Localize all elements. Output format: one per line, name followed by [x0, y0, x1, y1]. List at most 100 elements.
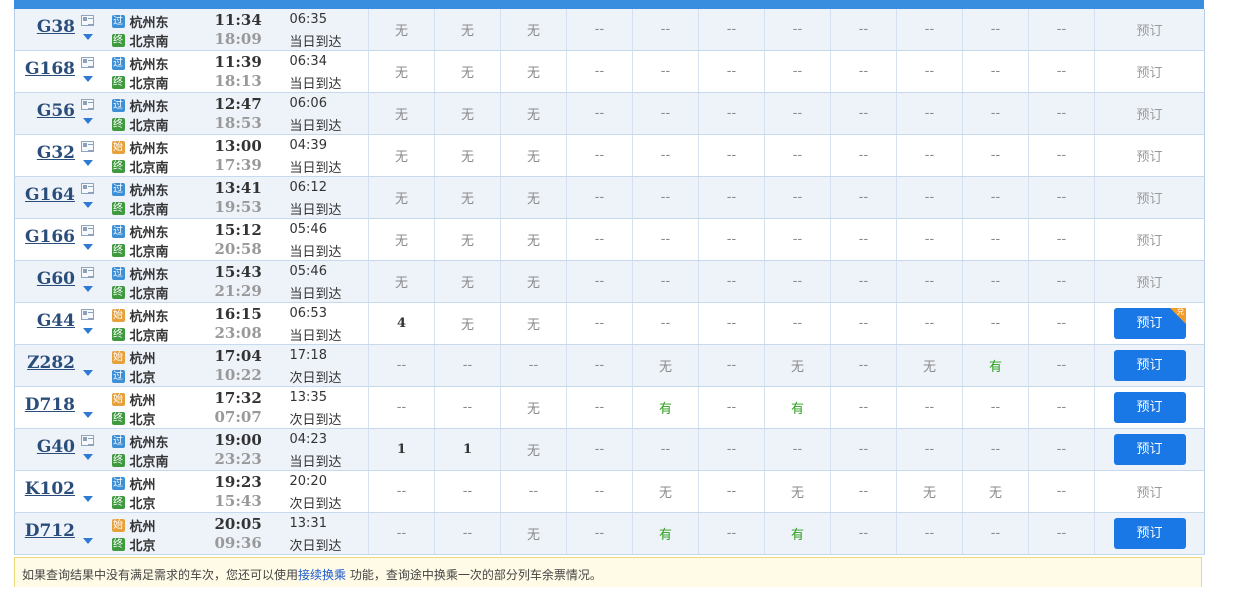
chevron-down-icon[interactable] — [83, 202, 93, 208]
seat-availability: 无 — [394, 234, 408, 249]
duration-cell: 13:35 次日到达 — [289, 386, 369, 429]
seat-cell: 1 — [434, 428, 501, 471]
end-badge-icon: 终 — [111, 76, 125, 89]
arrival-time: 20:58 — [214, 240, 262, 258]
seat-cell: -- — [566, 428, 633, 471]
arrival-day: 当日到达 — [289, 119, 342, 134]
train-number-link[interactable]: G60 — [17, 269, 75, 289]
train-number-link[interactable]: G166 — [17, 227, 75, 247]
book-button-disabled[interactable]: 预订 — [1136, 150, 1162, 165]
chevron-down-icon[interactable] — [83, 76, 93, 82]
train-number-link[interactable]: D718 — [17, 395, 75, 415]
book-button-disabled[interactable]: 预订 — [1136, 276, 1162, 291]
book-button-disabled[interactable]: 预订 — [1136, 486, 1162, 501]
book-button[interactable]: 预订 — [1113, 434, 1186, 465]
train-number-link[interactable]: G168 — [17, 59, 75, 79]
book-button-disabled[interactable]: 预订 — [1136, 66, 1162, 81]
chevron-down-icon[interactable] — [83, 496, 93, 502]
departure-time: 15:12 — [214, 221, 262, 239]
seat-cell: -- — [632, 428, 699, 471]
transfer-link[interactable]: 接续换乘 — [298, 568, 346, 582]
book-button-label: 预订 — [1136, 316, 1163, 331]
train-table-body: G38 过杭州东终北京南 11:34 18:09 06:35 当日到达无无无 -- -- -- -… — [14, 9, 1205, 555]
chevron-down-icon[interactable] — [83, 286, 93, 292]
time-cell: 11:34 18:09 — [214, 9, 290, 51]
seat-cell: 无 — [632, 344, 699, 387]
seat-availability: -- — [726, 148, 737, 163]
time-cell: 12:47 18:53 — [214, 92, 290, 135]
train-number-link[interactable]: G44 — [17, 311, 75, 331]
seat-availability: 无 — [526, 150, 540, 165]
arrival-day: 当日到达 — [289, 35, 342, 50]
seat-cell: -- — [962, 176, 1029, 219]
book-button[interactable]: 预订 兑 — [1113, 307, 1186, 339]
train-number-link[interactable]: G56 — [17, 101, 75, 121]
train-number-link[interactable]: K102 — [17, 479, 75, 499]
book-button-disabled[interactable]: 预订 — [1136, 234, 1162, 249]
seat-cell: -- — [896, 50, 963, 93]
arrival-time: 21:29 — [214, 282, 262, 300]
book-button-disabled[interactable]: 预订 — [1136, 108, 1162, 123]
to-station-name: 北京 — [129, 371, 156, 386]
to-station: 终北京南 — [111, 325, 169, 344]
chevron-down-icon[interactable] — [83, 118, 93, 124]
arrival-day: 次日到达 — [289, 497, 342, 512]
seat-availability: -- — [792, 64, 803, 79]
station-cell: 过杭州东终北京南 — [111, 428, 215, 471]
book-button-disabled[interactable]: 预订 — [1136, 24, 1162, 39]
to-station-name: 北京南 — [129, 77, 169, 92]
seat-availability: 无 — [394, 150, 408, 165]
chevron-down-icon[interactable] — [83, 244, 93, 250]
start-badge-icon: 始 — [111, 351, 125, 364]
train-number-link[interactable]: G32 — [17, 143, 75, 163]
seat-cell: -- — [1028, 218, 1095, 261]
train-number-link[interactable]: G40 — [17, 437, 75, 457]
seat-cell: -- — [368, 386, 435, 429]
book-button[interactable]: 预订 — [1113, 518, 1186, 549]
station-cell: 始杭州终北京 — [111, 386, 215, 429]
seat-availability: -- — [594, 148, 605, 163]
seat-cell: -- — [830, 9, 897, 51]
station-cell-inner: 过杭州东终北京南 — [111, 51, 215, 92]
chevron-down-icon[interactable] — [83, 34, 93, 40]
to-station: 终北京南 — [111, 31, 169, 50]
seat-availability: -- — [924, 442, 935, 457]
seat-cell: -- — [566, 302, 633, 345]
seat-cell: -- — [830, 302, 897, 345]
seat-cell: -- — [1028, 50, 1095, 93]
train-number-link[interactable]: D712 — [17, 521, 75, 541]
book-button[interactable]: 预订 — [1113, 392, 1186, 423]
to-station: 终北京南 — [111, 73, 169, 92]
seat-cell: -- — [764, 428, 831, 471]
train-number-link[interactable]: G38 — [17, 17, 75, 37]
chevron-down-icon[interactable] — [83, 160, 93, 166]
station-cell-inner: 过杭州东终北京南 — [111, 219, 215, 260]
train-number-link[interactable]: Z282 — [17, 353, 75, 373]
chevron-down-icon[interactable] — [83, 454, 93, 460]
station-cell-inner: 始杭州东终北京南 — [111, 135, 215, 176]
chevron-down-icon[interactable] — [83, 538, 93, 544]
chevron-down-icon[interactable] — [83, 370, 93, 376]
chevron-down-icon[interactable] — [83, 328, 93, 334]
book-cell: 预订 — [1094, 134, 1205, 177]
seat-cell: -- — [632, 260, 699, 303]
train-cell-inner: G168 — [15, 51, 112, 92]
train-number-link[interactable]: G164 — [17, 185, 75, 205]
from-station: 过杭州东 — [111, 12, 169, 31]
book-button[interactable]: 预订 — [1113, 350, 1186, 381]
chevron-down-icon[interactable] — [83, 412, 93, 418]
book-button-disabled[interactable]: 预订 — [1136, 192, 1162, 207]
seat-availability: -- — [990, 190, 1001, 205]
seat-cell: -- — [962, 218, 1029, 261]
seat-availability: -- — [660, 274, 671, 289]
seat-availability: -- — [462, 484, 473, 499]
from-station: 始杭州 — [111, 516, 156, 535]
seat-cell: -- — [764, 302, 831, 345]
seat-cell: -- — [896, 9, 963, 51]
book-cell: 预订 — [1094, 260, 1205, 303]
time-cell-inner: 13:41 19:53 — [215, 177, 290, 218]
seat-availability: -- — [858, 106, 869, 121]
seat-cell: -- — [830, 470, 897, 513]
seat-availability: -- — [1056, 400, 1067, 415]
seat-cell: -- — [896, 134, 963, 177]
